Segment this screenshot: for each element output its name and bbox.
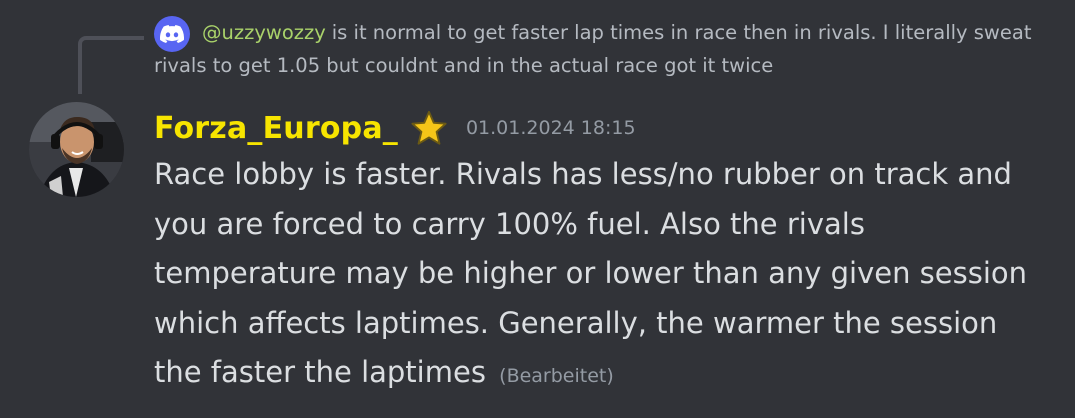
reply-connector-line bbox=[78, 36, 144, 94]
star-icon bbox=[411, 110, 447, 145]
message-content: Race lobby is faster. Rivals has less/no… bbox=[154, 150, 1034, 402]
reply-preview[interactable]: @uzzywozzy is it normal to get faster lap… bbox=[154, 16, 1054, 82]
user-avatar-image bbox=[29, 102, 124, 197]
edited-label: (Bearbeitet) bbox=[499, 365, 614, 387]
message-text: Race lobby is faster. Rivals has less/no… bbox=[154, 157, 1028, 389]
username[interactable]: Forza_Europa_ bbox=[154, 111, 398, 146]
reply-mention[interactable]: @uzzywozzy bbox=[202, 21, 326, 44]
avatar[interactable] bbox=[29, 102, 124, 197]
timestamp[interactable]: 01.01.2024 18:15 bbox=[466, 117, 636, 139]
message-header: Forza_Europa_ 01.01.2024 18:15 bbox=[154, 106, 636, 150]
